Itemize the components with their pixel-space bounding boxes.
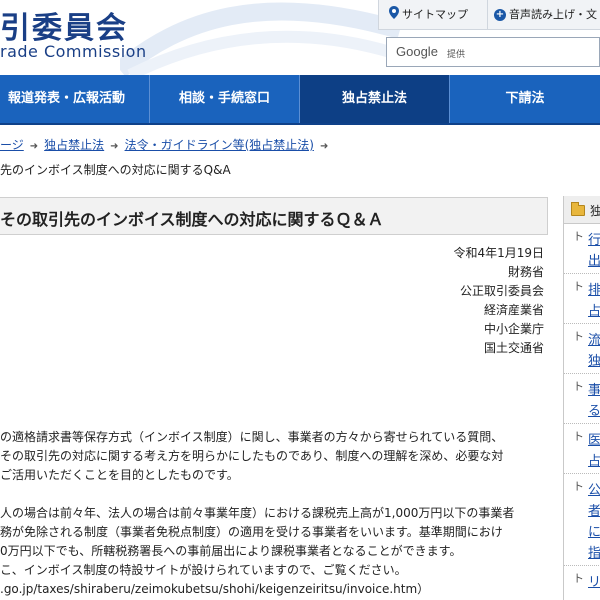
page-title: その取引先のインボイス制度への対応に関するＱ＆Ａ [0,210,384,229]
plus-circle-icon: + [494,9,506,21]
nav-consultation[interactable]: 相談・手続窓口 [150,75,300,123]
issuer-name: 中小企業庁 [483,322,544,336]
voice-readout-link[interactable]: + 音声読み上げ・文 [487,0,597,29]
sidebar-link-text[interactable]: 行 出 [588,230,600,272]
body-line: その取引先の対応に関する考え方を明らかにしたものであり、制度への理解を深め、必要… [0,449,504,463]
sidebar-link-item[interactable]: ト リ [564,568,600,600]
breadcrumb-arrow-icon: ➜ [110,141,119,152]
main-body: の適格請求書等保存方式（インボイス制度）に関し、事業者の方々から寄せられている質… [0,428,548,599]
issuer-block: 令和4年1月19日 財務省 公正取引委員会 経済産業省 中小企業庁 国土交通省 [453,244,544,358]
site-logo-subtitle: rade Commission [0,42,147,61]
sitemap-link[interactable]: サイトマップ [389,0,468,29]
sidebar-link-text[interactable]: リ [588,572,600,593]
google-search-logo: Google [396,44,438,59]
search-provided-label: 提供 [447,50,466,60]
body-line: ご活用いただくことを目的としたものです。 [0,468,239,482]
sidebar-link-text[interactable]: 排 占 [588,280,600,322]
sidebar-link-item[interactable]: ト 事 る [564,376,600,424]
sidebar-link-item[interactable]: ト 排 占 [564,276,600,324]
sidebar-link-text[interactable]: 公 者 に 指 [588,480,600,564]
bullet-dash-icon: ト [573,480,584,493]
breadcrumb-laws-guidelines[interactable]: 法令・ガイドライン等(独占禁止法) [125,138,314,152]
related-links-sidebar: 独 ト 行 出 ト 排 占 ト 流 独 ト 事 る ト 医 占 ト 公 者 に … [563,196,600,600]
nav-subcontract-act[interactable]: 下請法 [450,75,600,123]
issuer-name: 財務省 [507,265,544,279]
body-line: 務が免除される制度（事業者免税点制度）の適用を受ける事業者をいいます。基準期間に… [0,525,503,539]
breadcrumb: ージ ➜ 独占禁止法 ➜ 法令・ガイドライン等(独占禁止法) ➜ [0,136,600,156]
bullet-dash-icon: ト [573,572,584,585]
breadcrumb-arrow-icon: ➜ [319,141,329,152]
issuer-name: 公正取引委員会 [459,284,544,298]
sidebar-link-item[interactable]: ト 医 占 [564,426,600,474]
sidebar-link-item[interactable]: ト 公 者 に 指 [564,476,600,566]
nav-antimonopoly-act[interactable]: 独占禁止法 [300,75,450,123]
sidebar-link-item[interactable]: ト 行 出 [564,226,600,274]
issue-date: 令和4年1月19日 [453,246,544,260]
map-pin-icon [389,1,399,30]
body-line: こ、インボイス制度の特設サイトが設けられていますので、ご覧ください。 [0,563,407,577]
page-title-box: その取引先のインボイス制度への対応に関するＱ＆Ａ [0,197,548,235]
header-decoration [120,2,400,75]
body-line: の適格請求書等保存方式（インボイス制度）に関し、事業者の方々から寄せられている質… [0,430,504,444]
bullet-dash-icon: ト [573,280,584,293]
bullet-dash-icon: ト [573,380,584,393]
site-logo-title[interactable]: 引委員会 [0,3,128,47]
breadcrumb-current: 先のインボイス制度への対応に関するQ&A [0,163,231,177]
sidebar-heading-text: 独 [590,204,600,218]
breadcrumb-home[interactable]: ージ [0,138,24,152]
nav-press-releases[interactable]: 報道発表・広報活動 [0,75,150,123]
global-nav: 報道発表・広報活動 相談・手続窓口 独占禁止法 下請法 [0,75,600,125]
sidebar-link-text[interactable]: 事 る [588,380,600,422]
site-header: 引委員会 rade Commission サイトマップ + 音声読み上げ・文 Go… [0,0,600,75]
sidebar-heading: 独 [564,196,600,224]
voice-readout-label: 音声読み上げ・文 [509,8,597,21]
sidebar-link-text[interactable]: 医 占 [588,430,600,472]
issuer-name: 国土交通省 [483,341,544,355]
sidebar-link-item[interactable]: ト 流 独 [564,326,600,374]
utility-bar: サイトマップ + 音声読み上げ・文 [378,0,600,30]
folder-icon [571,202,585,216]
invoice-site-link[interactable]: .go.jp/taxes/shiraberu/zeimokubetsu/shoh… [0,580,548,599]
sidebar-link-text[interactable]: 流 独 [588,330,600,372]
issuer-name: 経済産業省 [483,303,544,317]
breadcrumb-antimonopoly[interactable]: 独占禁止法 [44,138,104,152]
bullet-dash-icon: ト [573,330,584,343]
sitemap-label: サイトマップ [402,8,468,21]
site-search-input[interactable]: Google 提供 [386,37,600,67]
body-line: 0万円以下でも、所轄税務署長への事前届出により課税事業者となることができます。 [0,544,462,558]
bullet-dash-icon: ト [573,230,584,243]
body-line: 人の場合は前々年、法人の場合は前々事業年度）における課税売上高が1,000万円以… [0,506,515,520]
bullet-dash-icon: ト [573,430,584,443]
breadcrumb-arrow-icon: ➜ [29,141,39,152]
